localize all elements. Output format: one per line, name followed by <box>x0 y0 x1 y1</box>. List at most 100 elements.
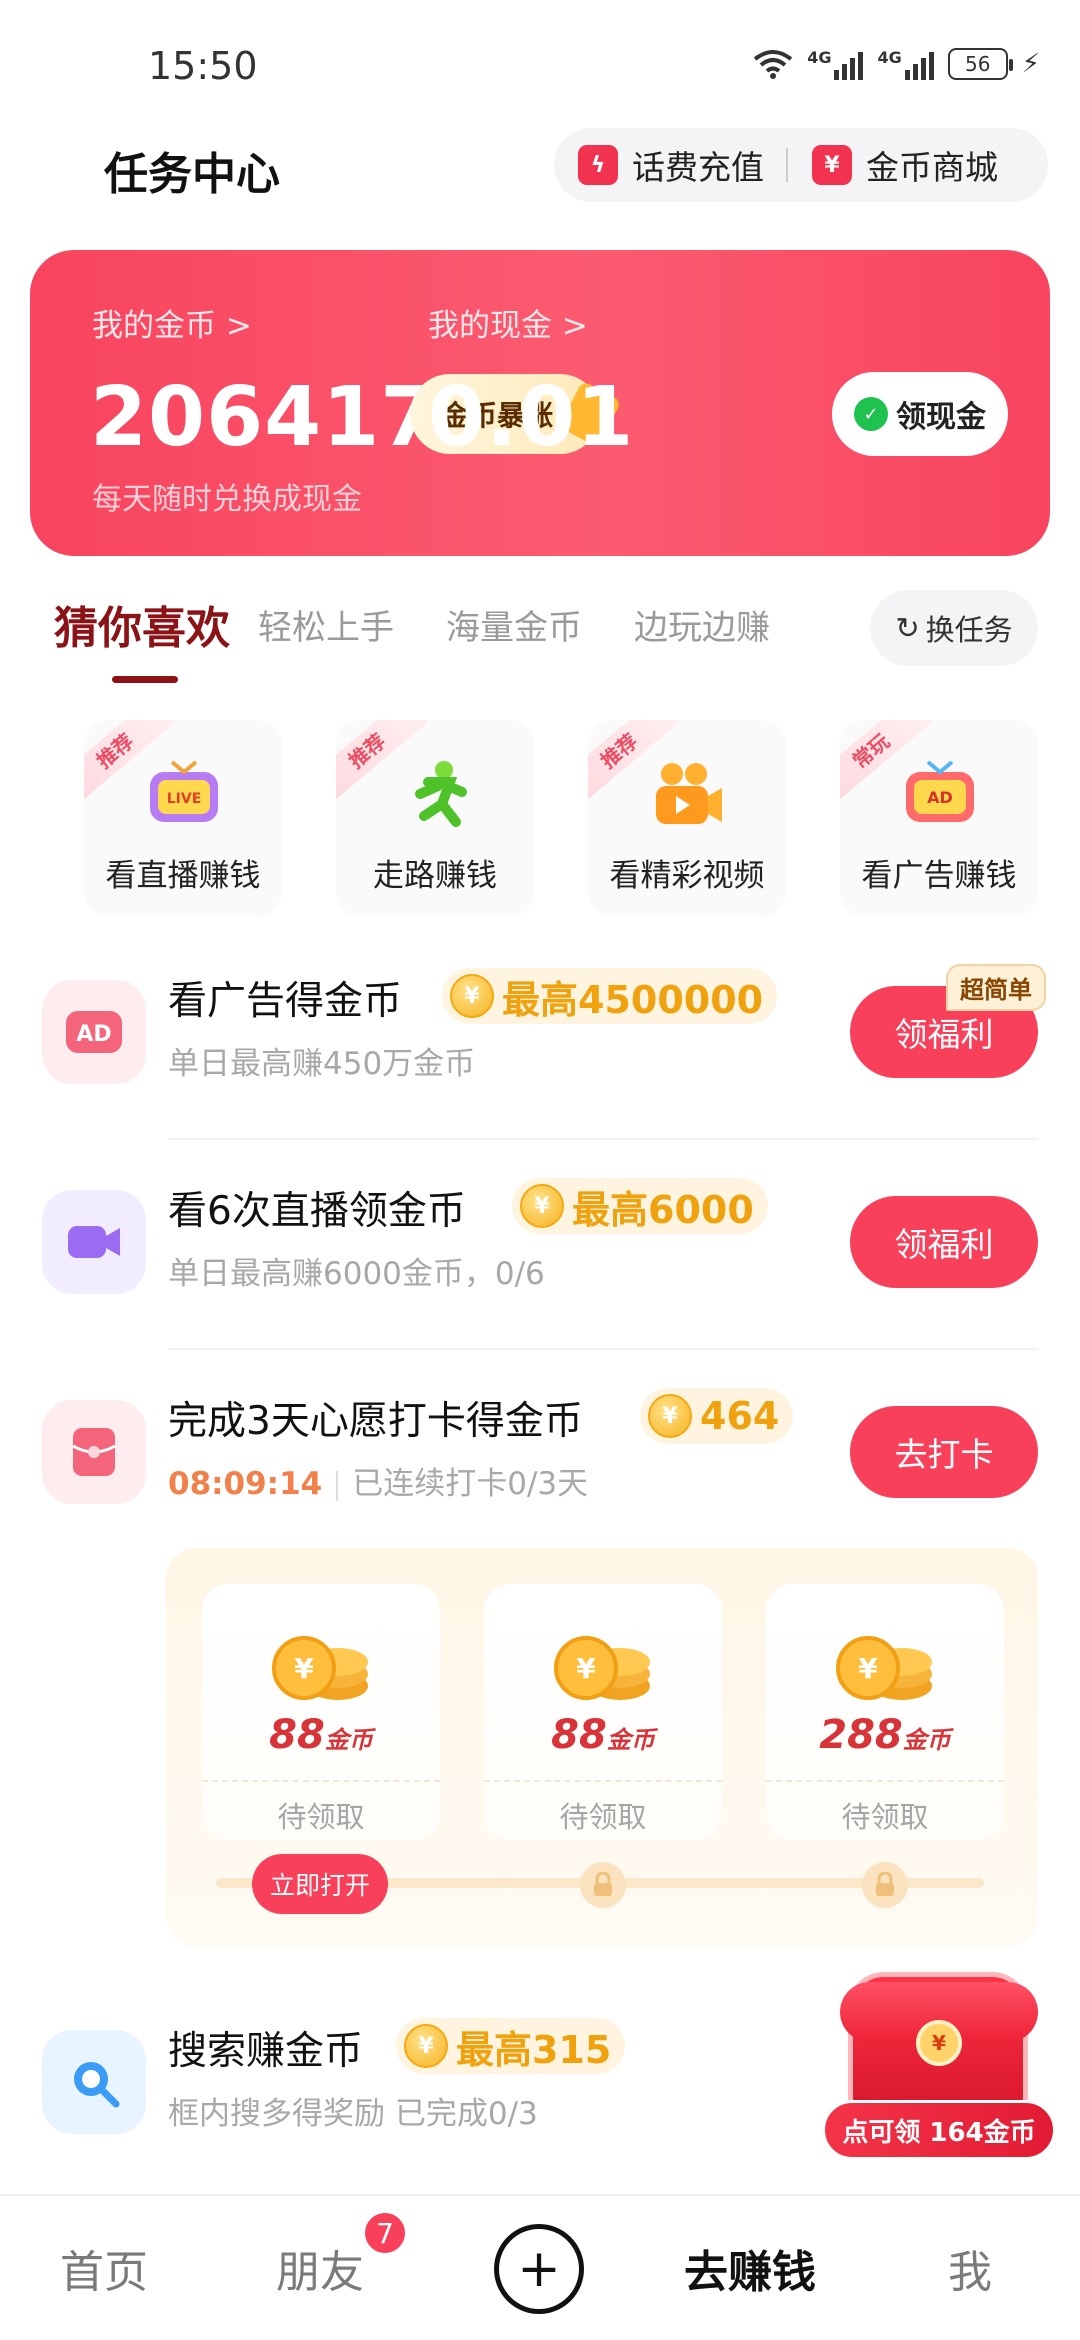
svg-text:¥: ¥ <box>858 1652 878 1685</box>
coin-stack-icon: ¥ <box>836 1636 932 1700</box>
checkin-day-card[interactable]: ¥ 288金币 待领取 <box>766 1584 1004 1840</box>
refresh-tasks-label: 换任务 <box>925 613 1013 647</box>
my-cash-link[interactable]: 我的现金 > <box>428 300 588 345</box>
wechat-icon: ✓ <box>854 397 888 431</box>
task-title: 看广告得金币 <box>168 979 403 1024</box>
checkin-status: 待领取 <box>202 1780 440 1836</box>
wifi-icon <box>753 50 793 79</box>
coin-icon: ¥ <box>648 1394 692 1438</box>
category-live-earn[interactable]: 推荐 LIVE 看直播赚钱 <box>84 720 282 916</box>
checkin-status: 待领取 <box>484 1780 722 1836</box>
reward-chip: ¥ 最高315 <box>396 2018 626 2074</box>
phone-recharge-button[interactable]: ϟ 话费充值 <box>554 141 764 189</box>
category-label: 看精彩视频 <box>609 858 765 894</box>
checkin-progress: 已连续打卡0/3天 <box>352 1466 589 1502</box>
battery-icon: 56 <box>947 48 1013 80</box>
refresh-icon: ↻ <box>895 611 920 645</box>
coin-icon: ¥ <box>450 974 494 1018</box>
coin-stack-icon: ¥ <box>554 1636 650 1700</box>
task-row-ad-coins: AD 看广告得金币 ¥ 最高4500000 单日最高赚450万金币 领福利 超简… <box>0 940 1080 1140</box>
video-icon <box>42 1190 146 1294</box>
category-watch-ad[interactable]: 常玩 AD 看广告赚钱 <box>840 720 1038 916</box>
coin-icon: ¥ <box>916 2020 962 2066</box>
svg-text:AD: AD <box>76 1022 111 1047</box>
checkin-amount: 88金币 <box>269 1712 373 1758</box>
countdown-timer: 08:09:14 <box>168 1466 323 1502</box>
svg-text:AD: AD <box>927 788 953 807</box>
task-tabs: 猜你喜欢 轻松上手 海量金币 边玩边赚 ↻ 换任务 <box>0 580 1080 690</box>
task-title: 完成3天心愿打卡得金币 <box>168 1399 583 1444</box>
coins-value: 206417 <box>90 370 439 465</box>
nav-earn[interactable]: 去赚钱 <box>684 2236 816 2300</box>
divider <box>168 1348 1038 1350</box>
nav-home[interactable]: 首页 <box>60 2236 148 2300</box>
live-tv-icon: LIVE <box>146 760 222 830</box>
tab-guess-you-like[interactable]: 猜你喜欢 <box>54 592 230 656</box>
checkin-day-card[interactable]: ¥ 88金币 待领取 <box>484 1584 722 1840</box>
coin-store-label: 金币商城 <box>866 148 998 187</box>
task-subtitle: 单日最高赚6000金币，0/6 <box>168 1256 545 1292</box>
chest-claim-label: 点可领 164金币 <box>822 2100 1056 2160</box>
treasure-chest-button[interactable]: ¥ 点可领 164金币 <box>822 1972 1056 2166</box>
checkin-amount: 288金币 <box>819 1712 951 1758</box>
header: 任务中心 ϟ 话费充值 ¥ 金币商城 <box>0 120 1080 240</box>
red-envelope-icon <box>42 1400 146 1504</box>
category-walk-earn[interactable]: 推荐 走路赚钱 <box>336 720 534 916</box>
go-checkin-button[interactable]: 去打卡 <box>850 1406 1038 1498</box>
lock-icon <box>580 1862 626 1908</box>
nav-friends[interactable]: 朋友 <box>276 2236 364 2300</box>
notification-badge: 7 <box>362 2210 408 2256</box>
divider <box>336 1470 339 1501</box>
tab-lots-of-coins[interactable]: 海量金币 <box>446 600 582 649</box>
tab-easy-start[interactable]: 轻松上手 <box>258 600 394 649</box>
bottom-nav: 首页 朋友 7 + 去赚钱 我 <box>0 2194 1080 2340</box>
reward-amount: 最高4500000 <box>502 977 764 1022</box>
category-label: 走路赚钱 <box>373 858 497 894</box>
create-plus-button[interactable]: + <box>494 2224 584 2314</box>
refresh-tasks-button[interactable]: ↻ 换任务 <box>870 590 1038 666</box>
charging-icon: ⚡ <box>1021 49 1040 79</box>
status-icons: 4G 4G 56 ⚡ <box>753 48 1040 80</box>
ad-icon: AD <box>42 980 146 1084</box>
checkin-status: 待领取 <box>766 1780 1004 1836</box>
category-watch-video[interactable]: 推荐 看精彩视频 <box>588 720 786 916</box>
active-tab-indicator <box>112 676 178 683</box>
coin-icon: ¥ <box>520 1184 564 1228</box>
open-now-button[interactable]: 立即打开 <box>252 1854 388 1914</box>
signal-icon: 4G <box>877 48 934 80</box>
status-time: 15:50 <box>148 44 258 88</box>
nav-me[interactable]: 我 <box>948 2236 992 2300</box>
task-row-live-coins: 看6次直播领金币 ¥ 最高6000 单日最高赚6000金币，0/6 领福利 <box>0 1150 1080 1350</box>
withdraw-cash-button[interactable]: ✓ 领现金 <box>832 372 1008 456</box>
super-easy-badge: 超简单 <box>946 964 1046 1011</box>
walking-icon <box>398 760 474 830</box>
task-subtitle: 框内搜多得奖励 已完成0/3 <box>168 2096 538 2132</box>
checkin-amount: 88金币 <box>551 1712 655 1758</box>
reward-chip: ¥ 最高6000 <box>512 1178 768 1234</box>
wallet-card: 我的金币 > 206417 金币暴涨 每天随时兑换成现金 我的现金 > 0.01… <box>30 250 1050 556</box>
task-row-checkin: 完成3天心愿打卡得金币 ¥ 464 08:09:14 已连续打卡0/3天 去打卡 <box>0 1360 1080 1560</box>
claim-benefit-button[interactable]: 领福利 <box>850 1196 1038 1288</box>
my-coins-link[interactable]: 我的金币 > <box>92 300 252 345</box>
svg-text:¥: ¥ <box>576 1652 596 1685</box>
coin-stack-icon: ¥ <box>272 1636 368 1700</box>
status-bar: 15:50 4G 4G 56 ⚡ <box>0 0 1080 120</box>
checkin-day-card[interactable]: ¥ 88金币 待领取 <box>202 1584 440 1840</box>
phone-recharge-label: 话费充值 <box>632 148 764 187</box>
tab-play-and-earn[interactable]: 边玩边赚 <box>634 600 770 649</box>
reward-amount: 最高6000 <box>572 1187 754 1232</box>
divider <box>168 1138 1038 1140</box>
header-shortcuts: ϟ 话费充值 ¥ 金币商城 <box>554 128 1048 202</box>
yuan-icon: ¥ <box>812 145 852 185</box>
task-title: 搜索赚金币 <box>168 2029 364 2074</box>
cash-value: 0.01 <box>428 370 635 465</box>
coin-store-button[interactable]: ¥ 金币商城 <box>788 141 998 189</box>
search-icon <box>42 2030 146 2134</box>
reward-chip: ¥ 464 <box>640 1388 794 1444</box>
reward-amount: 最高315 <box>456 2027 612 2072</box>
reward-chip: ¥ 最高4500000 <box>442 968 778 1024</box>
coin-icon: ¥ <box>404 2024 448 2068</box>
svg-text:¥: ¥ <box>294 1652 314 1685</box>
category-shortcuts: 推荐 LIVE 看直播赚钱 推荐 走路赚钱 推荐 看精彩视频 常玩 AD 看广告… <box>0 720 1080 920</box>
task-subtitle: 单日最高赚450万金币 <box>168 1046 476 1082</box>
